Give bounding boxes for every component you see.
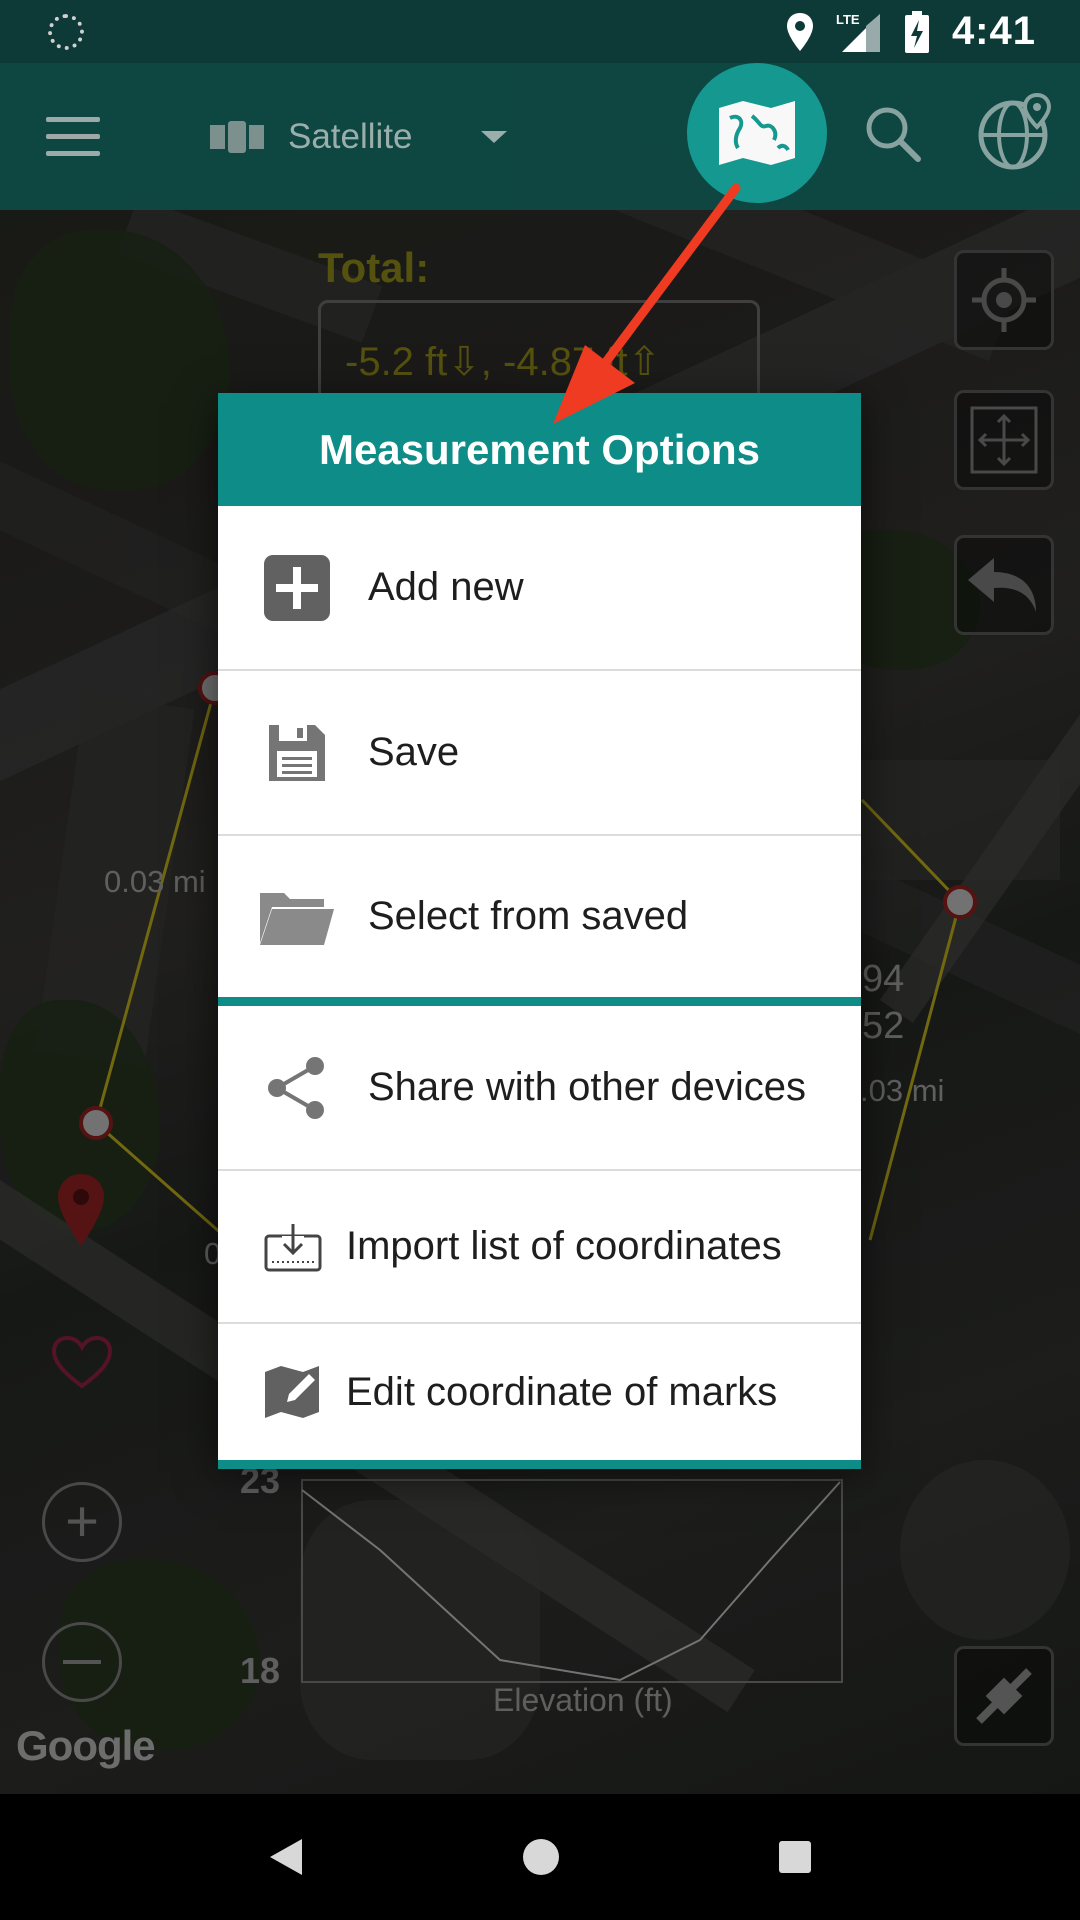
- search-icon[interactable]: [862, 103, 922, 163]
- map-measure-icon: [719, 101, 795, 165]
- option-label: Add new: [368, 565, 524, 609]
- lte-signal-icon: LTE: [836, 12, 880, 52]
- option-label: Edit coordinate of marks: [346, 1369, 778, 1414]
- option-label: Import list of coordinates: [346, 1224, 782, 1268]
- option-share[interactable]: Share with other devices: [218, 1006, 861, 1171]
- edit-map-icon: [254, 1353, 332, 1431]
- option-select-from-saved[interactable]: Select from saved: [218, 836, 861, 1006]
- option-label: Share with other devices: [368, 1065, 807, 1109]
- add-box-icon: [258, 549, 336, 627]
- menu-button[interactable]: [46, 117, 100, 157]
- back-nav-icon[interactable]: [268, 1837, 304, 1877]
- share-icon: [258, 1049, 336, 1127]
- save-icon: [258, 714, 336, 792]
- loading-icon: [48, 14, 84, 50]
- option-label: Save: [368, 730, 460, 774]
- annotation-arrow: [553, 183, 741, 424]
- status-bar: LTE 4:41: [0, 0, 1080, 63]
- status-time: 4:41: [951, 9, 1036, 53]
- battery-charging-icon: [904, 10, 929, 53]
- option-label: Select from saved: [368, 894, 689, 938]
- measurement-options-dialog: Measurement Options Add new Save Select …: [218, 393, 861, 1469]
- svg-text:LTE: LTE: [836, 12, 860, 27]
- location-icon: [786, 12, 813, 51]
- import-icon: [254, 1208, 332, 1286]
- satellite-icon: [210, 121, 264, 153]
- map-layer-label: Satellite: [288, 117, 413, 156]
- globe-location-icon[interactable]: [977, 93, 1055, 171]
- system-nav-bar: [0, 1794, 1080, 1920]
- folder-icon: [258, 878, 336, 956]
- home-nav-icon[interactable]: [521, 1837, 561, 1877]
- option-save[interactable]: Save: [218, 671, 861, 836]
- recents-nav-icon[interactable]: [778, 1840, 812, 1874]
- menu-icon: [46, 117, 100, 156]
- option-import-coordinates[interactable]: Import list of coordinates: [218, 1171, 861, 1324]
- option-add-new[interactable]: Add new: [218, 506, 861, 671]
- option-edit-coordinates[interactable]: Edit coordinate of marks: [218, 1324, 861, 1469]
- map-layer-dropdown[interactable]: Satellite: [210, 109, 507, 165]
- dropdown-caret-icon: [480, 131, 507, 143]
